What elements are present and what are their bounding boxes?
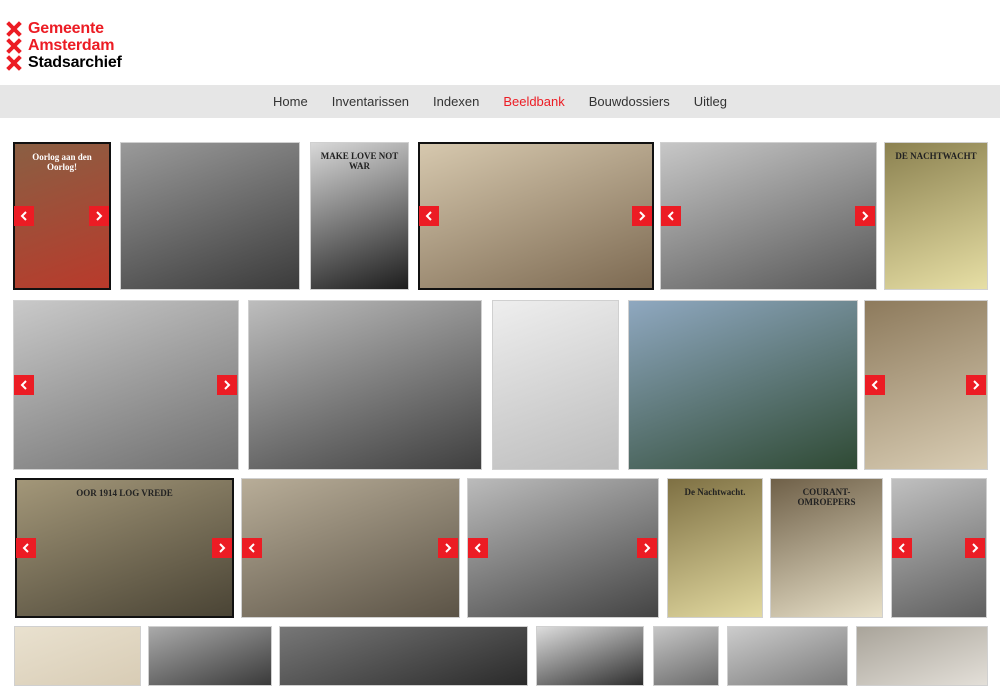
chevron-left-icon bbox=[474, 543, 481, 553]
gallery-image[interactable]: De Nachtwacht. bbox=[667, 478, 763, 618]
chevron-left-icon bbox=[248, 543, 255, 553]
chevron-right-icon bbox=[639, 211, 646, 221]
next-arrow-button[interactable] bbox=[212, 538, 232, 558]
gemeente-amsterdam-logo[interactable]: Gemeente Amsterdam Stadsarchief bbox=[6, 20, 122, 71]
next-arrow-button[interactable] bbox=[966, 375, 986, 395]
gallery-image[interactable] bbox=[536, 626, 644, 686]
gallery-image[interactable] bbox=[467, 478, 659, 618]
nav-bouwdossiers[interactable]: Bouwdossiers bbox=[589, 94, 670, 109]
gallery-image[interactable]: DE NACHTWACHT bbox=[884, 142, 988, 290]
gallery-image[interactable] bbox=[653, 626, 719, 686]
chevron-left-icon bbox=[871, 380, 878, 390]
next-arrow-button[interactable] bbox=[89, 206, 109, 226]
image-caption: OOR 1914 LOG VREDE bbox=[76, 488, 173, 498]
chevron-left-icon bbox=[667, 211, 674, 221]
next-arrow-button[interactable] bbox=[632, 206, 652, 226]
next-arrow-button[interactable] bbox=[438, 538, 458, 558]
previous-arrow-button[interactable] bbox=[468, 538, 488, 558]
chevron-right-icon bbox=[644, 543, 651, 553]
cross-icon bbox=[6, 21, 22, 37]
image-gallery: Oorlog aan den Oorlog! MAKE LOVE NOT WAR D… bbox=[0, 118, 1000, 686]
gallery-image[interactable] bbox=[727, 626, 848, 686]
previous-arrow-button[interactable] bbox=[242, 538, 262, 558]
nav-uitleg[interactable]: Uitleg bbox=[694, 94, 727, 109]
gallery-image[interactable]: MAKE LOVE NOT WAR bbox=[310, 142, 409, 290]
gallery-image[interactable] bbox=[492, 300, 619, 470]
previous-arrow-button[interactable] bbox=[419, 206, 439, 226]
gallery-image[interactable] bbox=[856, 626, 988, 686]
gallery-image[interactable]: COURANT-OMROEPERS bbox=[770, 478, 883, 618]
nav-beeldbank[interactable]: Beeldbank bbox=[503, 94, 564, 109]
chevron-left-icon bbox=[898, 543, 905, 553]
nav-inventarissen[interactable]: Inventarissen bbox=[332, 94, 409, 109]
logo-line-1: Gemeente bbox=[28, 20, 104, 37]
logo-line-3: Stadsarchief bbox=[28, 54, 122, 71]
next-arrow-button[interactable] bbox=[637, 538, 657, 558]
chevron-right-icon bbox=[973, 380, 980, 390]
image-caption: COURANT-OMROEPERS bbox=[797, 487, 856, 507]
chevron-left-icon bbox=[20, 380, 27, 390]
site-header: Gemeente Amsterdam Stadsarchief bbox=[0, 0, 1000, 85]
previous-arrow-button[interactable] bbox=[865, 375, 885, 395]
gallery-image[interactable] bbox=[148, 626, 272, 686]
chevron-left-icon bbox=[20, 211, 27, 221]
logo-line-2: Amsterdam bbox=[28, 37, 115, 54]
next-arrow-button[interactable] bbox=[217, 375, 237, 395]
gallery-image[interactable]: OOR 1914 LOG VREDE bbox=[15, 478, 234, 618]
gallery-image[interactable] bbox=[248, 300, 482, 470]
gallery-image[interactable] bbox=[13, 300, 239, 470]
gallery-image[interactable] bbox=[120, 142, 300, 290]
previous-arrow-button[interactable] bbox=[661, 206, 681, 226]
chevron-left-icon bbox=[425, 211, 432, 221]
next-arrow-button[interactable] bbox=[965, 538, 985, 558]
cross-icon bbox=[6, 38, 22, 54]
image-caption: De Nachtwacht. bbox=[684, 487, 746, 497]
gallery-image[interactable] bbox=[660, 142, 877, 290]
previous-arrow-button[interactable] bbox=[892, 538, 912, 558]
next-arrow-button[interactable] bbox=[855, 206, 875, 226]
chevron-right-icon bbox=[219, 543, 226, 553]
gallery-image[interactable] bbox=[279, 626, 528, 686]
previous-arrow-button[interactable] bbox=[14, 375, 34, 395]
gallery-image[interactable] bbox=[418, 142, 654, 290]
cross-icon bbox=[6, 55, 22, 71]
image-caption: Oorlog aan den Oorlog! bbox=[32, 152, 92, 172]
image-caption: MAKE LOVE NOT WAR bbox=[320, 151, 399, 171]
nav-home[interactable]: Home bbox=[273, 94, 308, 109]
image-caption: DE NACHTWACHT bbox=[895, 151, 977, 161]
chevron-left-icon bbox=[22, 543, 29, 553]
chevron-right-icon bbox=[445, 543, 452, 553]
chevron-right-icon bbox=[862, 211, 869, 221]
previous-arrow-button[interactable] bbox=[16, 538, 36, 558]
chevron-right-icon bbox=[972, 543, 979, 553]
chevron-right-icon bbox=[96, 211, 103, 221]
nav-indexen[interactable]: Indexen bbox=[433, 94, 479, 109]
gallery-image[interactable] bbox=[241, 478, 460, 618]
chevron-right-icon bbox=[224, 380, 231, 390]
previous-arrow-button[interactable] bbox=[14, 206, 34, 226]
gallery-image[interactable] bbox=[14, 626, 141, 686]
gallery-image[interactable] bbox=[628, 300, 858, 470]
main-navigation: Home Inventarissen Indexen Beeldbank Bou… bbox=[0, 85, 1000, 118]
